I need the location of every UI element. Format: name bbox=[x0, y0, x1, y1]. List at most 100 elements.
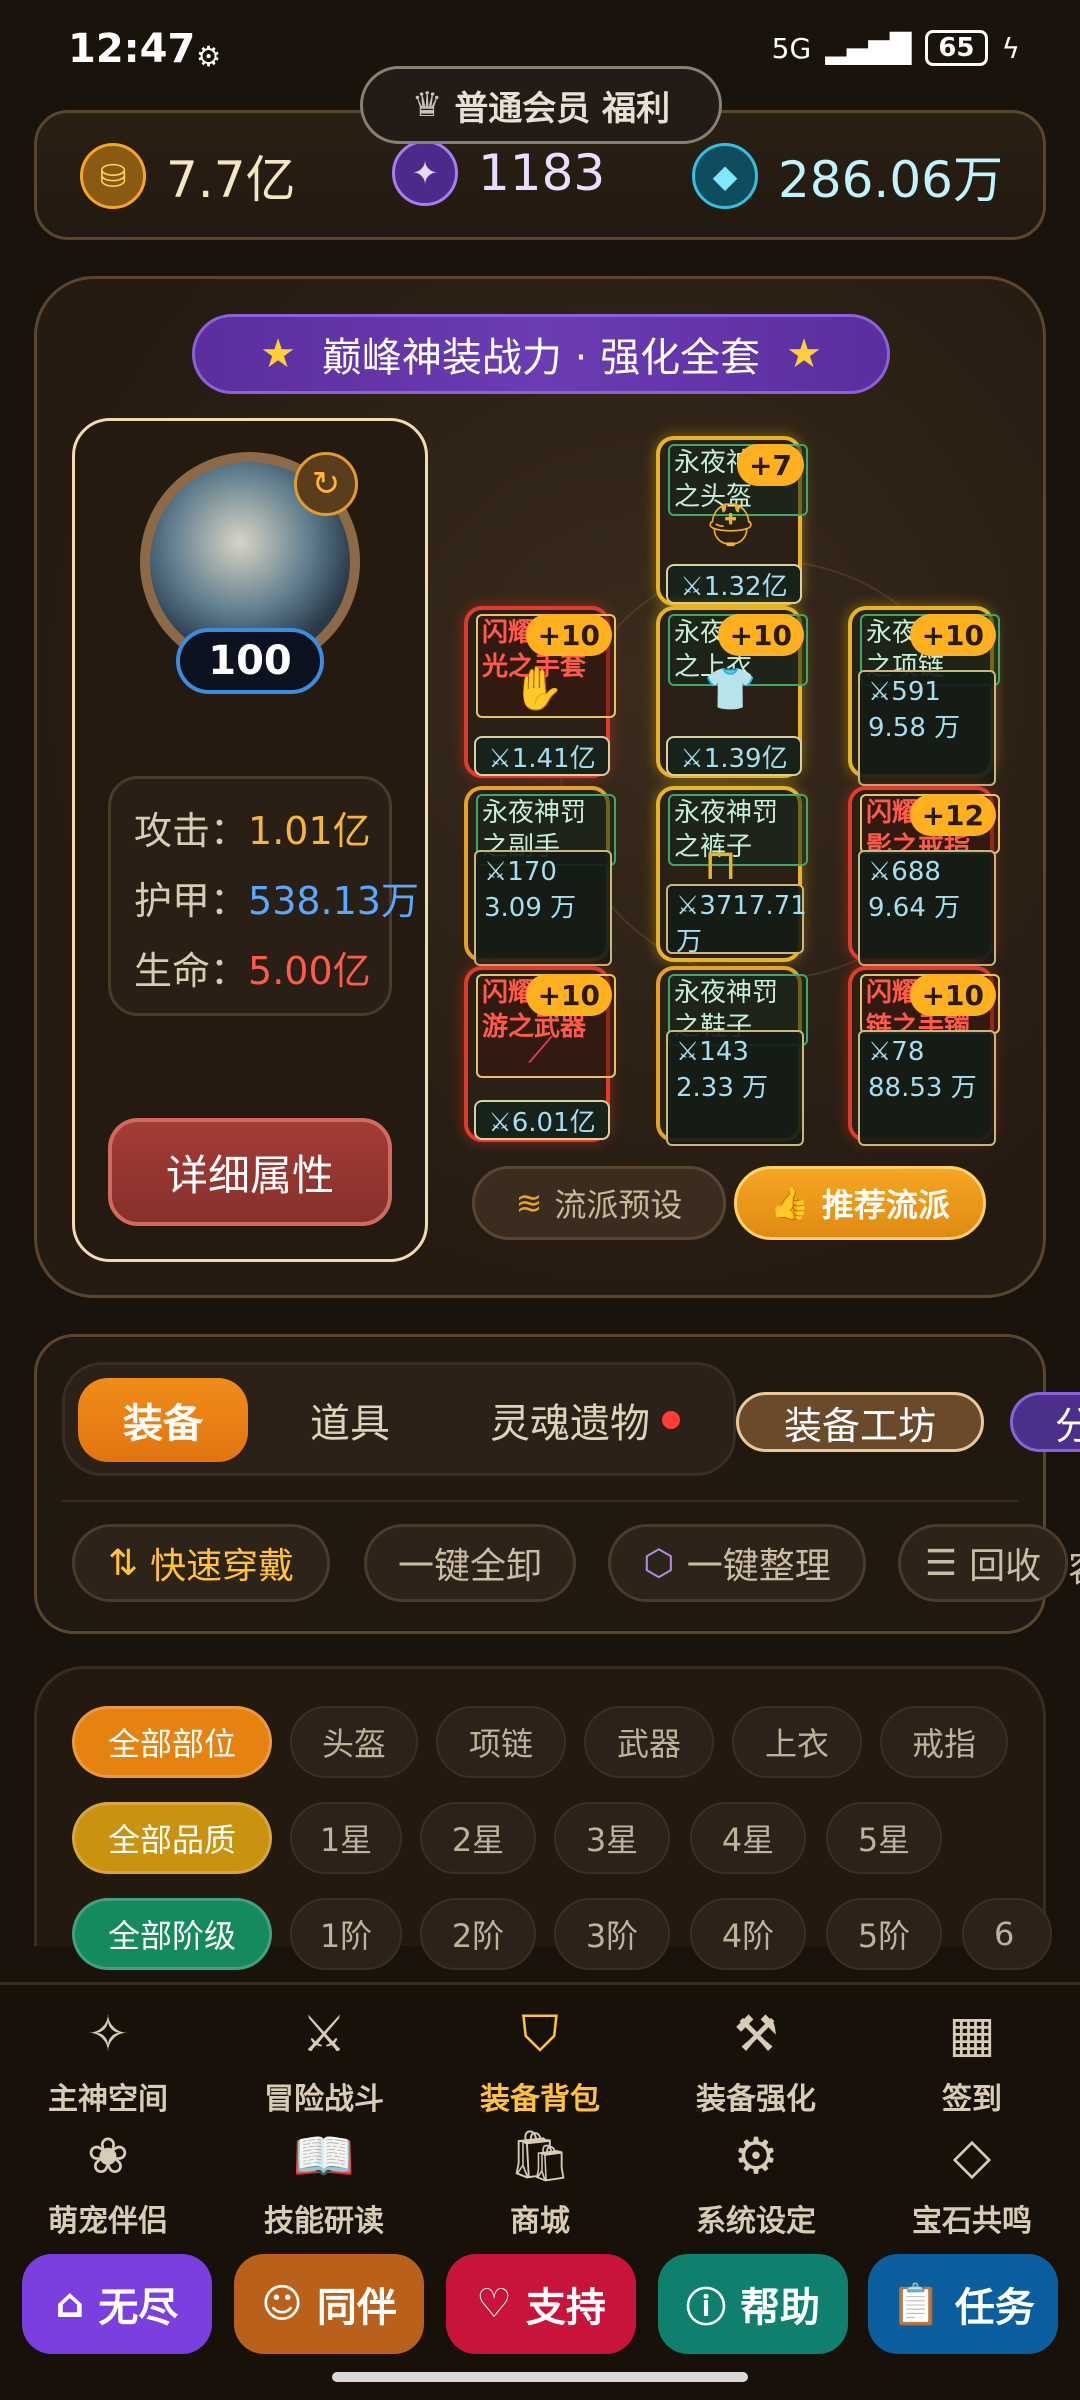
filter-ring[interactable]: 戒指 bbox=[880, 1706, 1008, 1778]
slot-helmet[interactable]: 永夜神罚之头盔 +7 ⛑ ⚔1.32亿 bbox=[656, 436, 808, 606]
slot-offhand[interactable]: 永夜神罚之副手 ⚔170 3.09 万 bbox=[464, 786, 616, 966]
quick-wear-button[interactable]: ⇅ 快速穿戴 bbox=[72, 1524, 330, 1602]
slot-bracelet[interactable]: 闪耀魂锁链之手镯 +10 ⚔78 88.53 万 bbox=[848, 966, 1000, 1146]
filter-tier4[interactable]: 4阶 bbox=[690, 1898, 806, 1970]
gear-icon: ⚙ bbox=[733, 2127, 779, 2185]
nav-checkin[interactable]: ▦ 签到 bbox=[864, 2004, 1080, 2118]
help-label: 帮助 bbox=[740, 2285, 820, 2331]
layers-icon: ≋ bbox=[515, 1184, 543, 1222]
diamond-currency: ◆ 286.06万 bbox=[692, 140, 1003, 212]
filter-helmet[interactable]: 头盔 bbox=[290, 1706, 418, 1778]
nav-enhance[interactable]: ⚒ 装备强化 bbox=[648, 2004, 864, 2118]
nav-main-space[interactable]: ✧ 主神空间 bbox=[0, 2004, 216, 2118]
sparkle-currency-icon: ✦ bbox=[392, 140, 458, 206]
detail-attributes-button[interactable]: 详细属性 bbox=[108, 1118, 392, 1226]
style-preset-button[interactable]: ≋ 流派预设 bbox=[472, 1166, 726, 1240]
filter-3star[interactable]: 3星 bbox=[554, 1802, 670, 1874]
gem-icon: ◇ bbox=[952, 2127, 992, 2185]
filter-top[interactable]: 上衣 bbox=[732, 1706, 862, 1778]
stat-hp-value: 5.00亿 bbox=[248, 949, 371, 993]
filter-tier6[interactable]: 6 bbox=[962, 1898, 1052, 1970]
nav-pets[interactable]: ❀ 萌宠伴侣 bbox=[0, 2126, 216, 2240]
filter-tier2[interactable]: 2阶 bbox=[420, 1898, 536, 1970]
nav-settings[interactable]: ⚙ 系统设定 bbox=[648, 2126, 864, 2240]
slot-top-power: ⚔1.39亿 bbox=[666, 736, 802, 776]
filter-2star[interactable]: 2星 bbox=[420, 1802, 536, 1874]
vip-label: 普通会员 福利 bbox=[454, 88, 671, 129]
share-button[interactable]: 分 bbox=[1010, 1392, 1080, 1452]
star-value: 1183 bbox=[478, 144, 606, 202]
filter-tier5[interactable]: 5阶 bbox=[826, 1898, 942, 1970]
tab-items[interactable]: 道具 bbox=[270, 1378, 430, 1462]
stat-hp-label: 生命： bbox=[134, 949, 249, 993]
filter-tier1[interactable]: 1阶 bbox=[290, 1898, 402, 1970]
overflow-text: 容 bbox=[1068, 1540, 1080, 1592]
slot-necklace-plus: +10 bbox=[909, 614, 996, 656]
recycle-label: 回收 bbox=[969, 1546, 1042, 1587]
slot-glove-plus: +10 bbox=[525, 614, 612, 656]
heart-icon: ♡ bbox=[476, 2281, 512, 2327]
nav-shop[interactable]: 🛍 商城 bbox=[432, 2126, 648, 2240]
slot-pants[interactable]: 永夜神罚之裤子 ⊓ ⚔3717.71 万 bbox=[656, 786, 808, 962]
recycle-button[interactable]: ☰ 回收 bbox=[898, 1524, 1068, 1602]
status-right: 5G ▂▄▆█ 65 ϟ bbox=[772, 30, 1020, 66]
gold-coin-icon: ⛁ bbox=[80, 143, 146, 209]
book-icon: 📖 bbox=[292, 2126, 356, 2185]
tab-soul-relics[interactable]: 灵魂遗物 bbox=[470, 1378, 700, 1462]
organize-button[interactable]: ⬡ 一键整理 bbox=[608, 1524, 866, 1602]
filter-weapon[interactable]: 武器 bbox=[584, 1706, 714, 1778]
slot-top[interactable]: 永夜神罚之上衣 +10 👕 ⚔1.39亿 bbox=[656, 606, 808, 778]
slot-bracelet-plus: +10 bbox=[909, 974, 996, 1016]
refresh-avatar-button[interactable]: ↻ bbox=[294, 452, 358, 516]
slot-glove[interactable]: 闪耀星流光之手套 +10 ✋ ⚔1.41亿 bbox=[464, 606, 616, 778]
nav-label: 技能研读 bbox=[264, 2204, 384, 2239]
slot-ring[interactable]: 闪耀辉耀影之戒指 +12 ⚔688 9.64 万 bbox=[848, 786, 1000, 966]
banner-title: 巅峰神装战力 · 强化全套 bbox=[321, 335, 761, 381]
tasks-button[interactable]: 📋 任务 bbox=[868, 2254, 1058, 2354]
slot-pants-name: 永夜神罚之裤子 bbox=[668, 794, 808, 866]
nav-label: 商城 bbox=[510, 2204, 570, 2239]
diamond-icon: ◆ bbox=[692, 143, 758, 209]
swap-icon: ⇅ bbox=[107, 1542, 139, 1584]
filter-4star[interactable]: 4星 bbox=[690, 1802, 806, 1874]
star-currency: ✦ 1183 bbox=[392, 140, 605, 206]
slot-top-plus: +10 bbox=[717, 614, 804, 656]
vip-badge[interactable]: ♛ 普通会员 福利 bbox=[360, 66, 722, 144]
equipment-workshop-button[interactable]: 装备工坊 bbox=[736, 1392, 984, 1452]
tab-equip[interactable]: 装备 bbox=[78, 1378, 248, 1462]
filter-tier3[interactable]: 3阶 bbox=[554, 1898, 670, 1970]
paw-icon: ❀ bbox=[87, 2127, 129, 2185]
support-button[interactable]: ♡ 支持 bbox=[446, 2254, 636, 2354]
filter-all-quality[interactable]: 全部品质 bbox=[72, 1802, 272, 1874]
nav-gem-resonance[interactable]: ◇ 宝石共鸣 bbox=[864, 2126, 1080, 2240]
endless-button[interactable]: ⌂ 无尽 bbox=[22, 2254, 212, 2354]
support-label: 支持 bbox=[525, 2285, 606, 2331]
gold-value: 7.7亿 bbox=[166, 151, 296, 209]
slot-necklace[interactable]: 永夜神罚之项链 +10 ⚔591 9.58 万 bbox=[848, 606, 1000, 786]
calendar-icon: ▦ bbox=[948, 2005, 996, 2063]
filter-5star[interactable]: 5星 bbox=[826, 1802, 942, 1874]
filter-1star[interactable]: 1星 bbox=[290, 1802, 402, 1874]
cube-icon: ⬡ bbox=[643, 1542, 675, 1584]
filter-necklace[interactable]: 项链 bbox=[436, 1706, 566, 1778]
stat-armor-value: 538.13万 bbox=[248, 879, 419, 923]
nav-skills[interactable]: 📖 技能研读 bbox=[216, 2126, 432, 2240]
recommend-style-button[interactable]: 👍 推荐流派 bbox=[734, 1166, 986, 1240]
companion-button[interactable]: ☺ 同伴 bbox=[234, 2254, 424, 2354]
slot-weapon[interactable]: 闪耀空漫游之武器 +10 ⟋ ⚔6.01亿 bbox=[464, 966, 616, 1142]
people-icon: ☺ bbox=[261, 2281, 303, 2327]
unequip-all-button[interactable]: 一键全卸 bbox=[364, 1524, 576, 1602]
endless-icon: ⌂ bbox=[55, 2281, 85, 2327]
filter-all-tiers[interactable]: 全部阶级 bbox=[72, 1898, 272, 1970]
nav-adventure[interactable]: ⚔ 冒险战斗 bbox=[216, 2004, 432, 2118]
slot-ring-power: ⚔688 9.64 万 bbox=[858, 850, 996, 966]
nav-equip-bag[interactable]: ⛉ 装备背包 bbox=[432, 2004, 648, 2118]
filter-all-slots[interactable]: 全部部位 bbox=[72, 1706, 272, 1778]
slot-shoes[interactable]: 永夜神罚之鞋子 ⚔143 2.33 万 bbox=[656, 966, 808, 1146]
help-button[interactable]: ⓘ 帮助 bbox=[658, 2254, 848, 2354]
home-indicator[interactable] bbox=[332, 2372, 748, 2382]
help-icon: ⓘ bbox=[686, 2285, 726, 2331]
slot-helmet-plus: +7 bbox=[737, 444, 804, 486]
slot-necklace-power: ⚔591 9.58 万 bbox=[858, 670, 996, 786]
battery-icon: 65 bbox=[925, 30, 988, 66]
